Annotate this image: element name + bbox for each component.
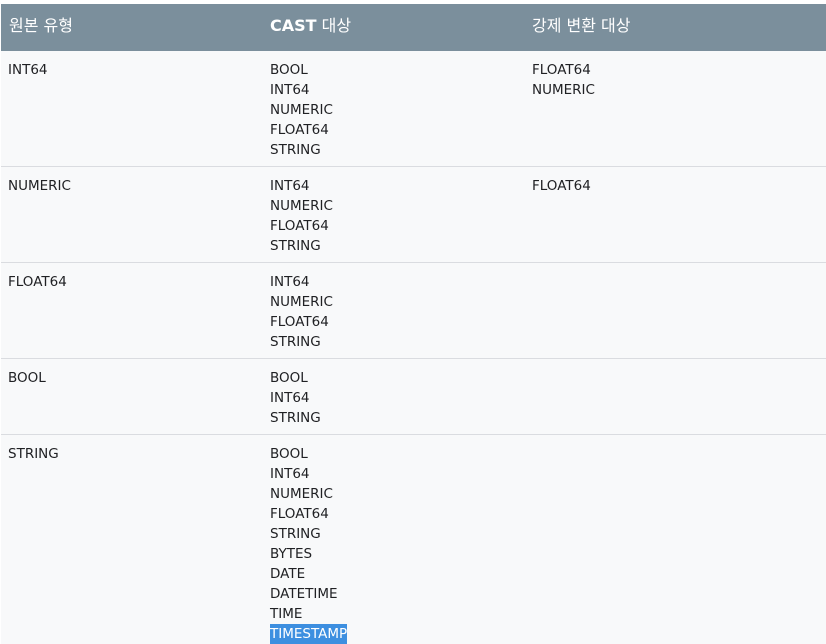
cast-target: STRING [270, 526, 321, 542]
cast-target: DATETIME [270, 586, 338, 602]
cast-target: FLOAT64 [270, 218, 329, 234]
table-row: STRING BOOL INT64 NUMERIC FLOAT64 STRING… [1, 435, 826, 644]
source-type-cell: INT64 [8, 62, 48, 78]
coercion-target: FLOAT64 [532, 62, 591, 78]
cast-target: INT64 [270, 466, 310, 482]
source-type-cell: NUMERIC [8, 178, 71, 194]
cast-target: FLOAT64 [270, 122, 329, 138]
coercion-target: NUMERIC [532, 82, 595, 98]
header-source-type: 원본 유형 [9, 16, 73, 35]
coercion-target: FLOAT64 [532, 178, 591, 194]
cast-targets-cell: INT64 NUMERIC FLOAT64 STRING [270, 272, 333, 352]
cast-target: BOOL [270, 446, 308, 462]
header-cast-keyword: CAST [270, 16, 317, 35]
table-row: NUMERIC INT64 NUMERIC FLOAT64 STRING FLO… [1, 167, 826, 263]
cast-target: FLOAT64 [270, 506, 329, 522]
cast-target: NUMERIC [270, 198, 333, 214]
table-row: BOOL BOOL INT64 STRING [1, 359, 826, 435]
coercion-targets-cell: FLOAT64 [532, 176, 591, 196]
header-coercion-target: 강제 변환 대상 [532, 16, 631, 35]
cast-targets-cell: BOOL INT64 NUMERIC FLOAT64 STRING BYTES … [270, 444, 348, 644]
cast-target: BOOL [270, 62, 308, 78]
cast-target: FLOAT64 [270, 314, 329, 330]
cast-target-selected[interactable]: TIMESTAMP [270, 624, 348, 644]
cast-target: STRING [270, 410, 321, 426]
cast-target: STRING [270, 142, 321, 158]
source-type-cell: STRING [8, 446, 59, 462]
table-row: FLOAT64 INT64 NUMERIC FLOAT64 STRING [1, 263, 826, 359]
table-header: 원본 유형 CAST 대상 강제 변환 대상 [1, 4, 826, 51]
cast-target: NUMERIC [270, 486, 333, 502]
cast-target: INT64 [270, 390, 310, 406]
cast-targets-cell: BOOL INT64 NUMERIC FLOAT64 STRING [270, 60, 333, 160]
cast-targets-cell: INT64 NUMERIC FLOAT64 STRING [270, 176, 333, 256]
cast-target: NUMERIC [270, 294, 333, 310]
cast-target: BOOL [270, 370, 308, 386]
conversion-table: 원본 유형 CAST 대상 강제 변환 대상 INT64 BOOL INT64 … [1, 4, 826, 644]
header-cast-target: CAST 대상 [270, 4, 351, 51]
cast-target: STRING [270, 334, 321, 350]
cast-target-wrapper: TIMESTAMP [270, 624, 348, 644]
cast-target: STRING [270, 238, 321, 254]
source-type-cell: BOOL [8, 370, 46, 386]
cast-target: TIME [270, 606, 303, 622]
cast-target: BYTES [270, 546, 313, 562]
coercion-targets-cell: FLOAT64 NUMERIC [532, 60, 595, 100]
cast-targets-cell: BOOL INT64 STRING [270, 368, 321, 428]
cast-target: NUMERIC [270, 102, 333, 118]
cast-target: INT64 [270, 274, 310, 290]
header-cast-suffix: 대상 [316, 16, 352, 35]
cast-target: INT64 [270, 178, 310, 194]
source-type-cell: FLOAT64 [8, 274, 67, 290]
table-row: INT64 BOOL INT64 NUMERIC FLOAT64 STRING … [1, 51, 826, 167]
cast-target: DATE [270, 566, 306, 582]
cast-target: INT64 [270, 82, 310, 98]
